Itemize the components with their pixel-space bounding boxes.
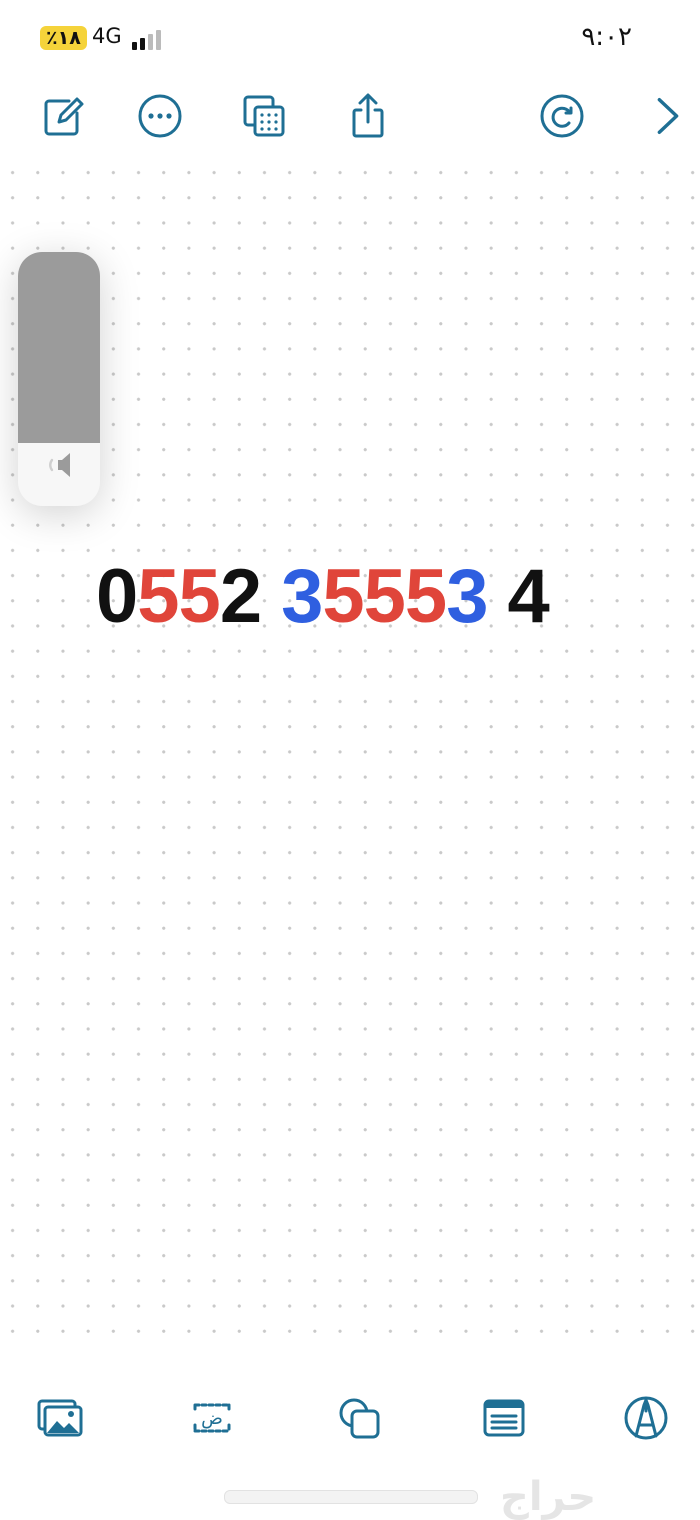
more-icon <box>138 94 182 138</box>
home-indicator[interactable] <box>224 1490 478 1504</box>
phone-number-text[interactable]: 0552 35553 4 <box>96 552 550 642</box>
redo-button[interactable] <box>534 88 590 144</box>
text-box-button[interactable]: ض <box>184 1390 240 1446</box>
volume-hud[interactable] <box>18 252 100 506</box>
signal-icon <box>132 30 164 50</box>
more-button[interactable] <box>132 88 188 144</box>
share-button[interactable] <box>340 88 396 144</box>
phone-digit-group: 0 <box>96 554 138 639</box>
phone-digit-group: 2 <box>219 554 262 639</box>
speaker-icon <box>49 453 70 477</box>
status-bar: ٪١٨ 4G ٩:٠٢ <box>0 0 700 70</box>
note-card-button[interactable] <box>476 1390 532 1446</box>
shapes-icon <box>339 1398 380 1439</box>
text-box-glyph: ض <box>201 1408 223 1429</box>
redo-icon <box>540 94 584 138</box>
battery-indicator: ٪١٨ <box>40 26 87 50</box>
phone-digit-group: 3 <box>446 554 488 639</box>
volume-level <box>18 252 100 443</box>
pen-tool-icon <box>624 1396 668 1440</box>
compose-icon <box>44 97 84 136</box>
phone-digit-group: 3 <box>281 554 323 639</box>
copy-grid-icon <box>243 95 285 137</box>
pen-tool-button[interactable] <box>618 1390 674 1446</box>
network-type: 4G <box>92 24 122 48</box>
phone-digit-group: 555 <box>322 554 447 639</box>
next-button[interactable] <box>646 88 690 144</box>
insert-photo-button[interactable] <box>32 1390 88 1446</box>
chevron-right-icon <box>657 98 679 134</box>
share-icon <box>352 93 384 138</box>
phone-digit-group: 4 <box>507 554 549 639</box>
shapes-button[interactable] <box>332 1390 388 1446</box>
status-time: ٩:٠٢ <box>581 22 632 52</box>
copy-grid-button[interactable] <box>236 88 292 144</box>
photos-icon <box>37 1399 83 1437</box>
text-box-icon: ض <box>193 1403 231 1433</box>
note-card-icon <box>483 1399 525 1437</box>
watermark-logo: حراج <box>500 1474 597 1520</box>
dot-grid-canvas[interactable] <box>0 160 700 1350</box>
compose-button[interactable] <box>34 88 90 144</box>
phone-digit-group: 55 <box>137 554 221 639</box>
